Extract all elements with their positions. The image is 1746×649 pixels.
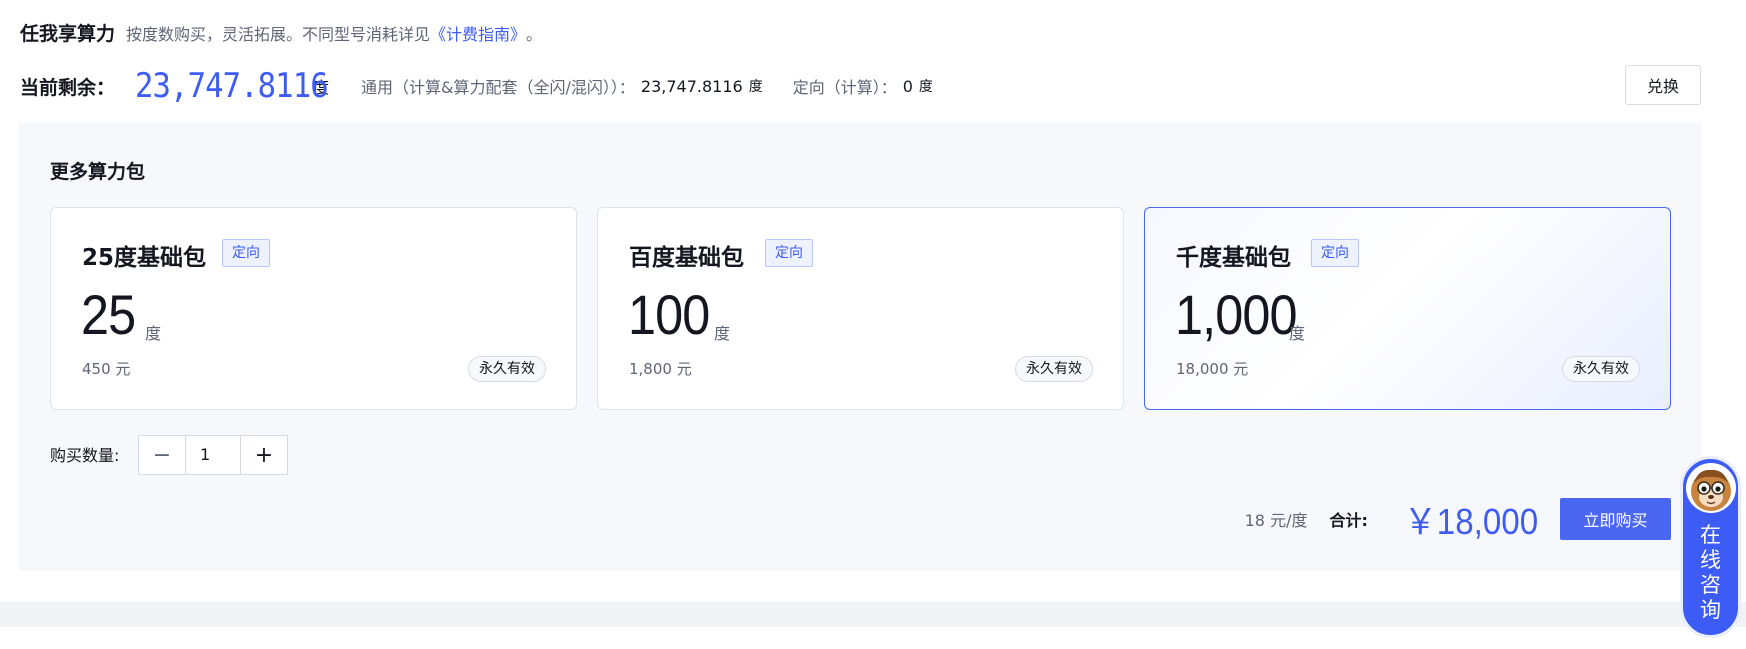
validity-badge: 永久有效 <box>1562 356 1640 382</box>
package-name: 千度基础包 <box>1176 245 1291 271</box>
package-amount: 25 <box>81 283 136 346</box>
billing-guide-link[interactable]: 《计费指南》 <box>430 21 526 45</box>
package-price: 18,000 元 <box>1176 360 1249 378</box>
unit-price: 18 元/度 <box>1244 511 1308 530</box>
balance-label: 当前剩余： <box>20 76 116 99</box>
package-price: 1,800 元 <box>629 360 692 378</box>
directed-balance-unit: 度 <box>918 79 933 95</box>
general-balance-value: 23,747.8116 <box>640 76 743 96</box>
general-balance-unit: 度 <box>748 79 763 95</box>
package-card-1000[interactable]: 千度基础包 定向 1,000 度 18,000 元 永久有效 <box>1144 207 1671 410</box>
package-tag: 定向 <box>222 239 270 267</box>
validity-badge: 永久有效 <box>468 356 546 382</box>
mascot-avatar-icon <box>1685 463 1736 513</box>
package-amount-unit: 度 <box>145 324 162 343</box>
general-balance-label: 通用（计算&算力配套（全闪/混闪））： <box>361 78 635 97</box>
total-value: ￥18,000 <box>1403 501 1538 542</box>
page-header: 任我享算力 按度数购买，灵活拓展。不同型号消耗详见 《计费指南》 。 <box>20 19 542 46</box>
billing-page: 任我享算力 按度数购买，灵活拓展。不同型号消耗详见 《计费指南》 。 当前剩余：… <box>0 0 1746 649</box>
package-amount: 1,000 <box>1175 283 1298 346</box>
minus-icon: − <box>152 442 172 468</box>
package-card-100[interactable]: 百度基础包 定向 100 度 1,800 元 永久有效 <box>597 207 1124 410</box>
package-panel: 更多算力包 25度基础包 定向 25 度 450 元 永久有效 百度基础包 定向… <box>19 122 1701 571</box>
page-title: 任我享算力 <box>20 23 116 45</box>
description-tail: 。 <box>526 25 543 44</box>
package-tag: 定向 <box>1311 239 1359 267</box>
package-name: 25度基础包 <box>82 245 207 271</box>
consult-label: 在线咨询 <box>1700 523 1721 622</box>
package-amount-unit: 度 <box>714 324 731 343</box>
quantity-input[interactable]: 1 <box>185 436 241 474</box>
online-consult-button[interactable]: 在线咨询 <box>1680 456 1741 638</box>
package-panel-title: 更多算力包 <box>50 161 146 183</box>
package-name: 百度基础包 <box>629 245 744 271</box>
balance-value: 23,747.8116 <box>135 66 329 106</box>
total-label: 合计: <box>1329 511 1368 530</box>
decrement-button[interactable]: − <box>139 436 185 474</box>
quantity-label: 购买数量: <box>50 446 120 465</box>
directed-balance-value: 0 <box>902 76 913 96</box>
package-card-25[interactable]: 25度基础包 定向 25 度 450 元 永久有效 <box>50 207 577 410</box>
buy-now-button[interactable]: 立即购买 <box>1560 498 1671 540</box>
package-tag: 定向 <box>765 239 813 267</box>
validity-badge: 永久有效 <box>1015 356 1093 382</box>
exchange-button[interactable]: 兑换 <box>1625 65 1701 105</box>
footer-band <box>0 602 1746 627</box>
balance-summary: 当前剩余： 23,747.8116 度 通用（计算&算力配套（全闪/混闪））： … <box>20 60 963 112</box>
increment-button[interactable]: + <box>241 436 287 474</box>
directed-balance-label: 定向（计算）： <box>792 78 897 97</box>
total-row: 18 元/度 合计: ￥18,000 立即购买 <box>1244 498 1671 542</box>
quantity-stepper: − 1 + <box>138 435 288 475</box>
plus-icon: + <box>254 442 274 468</box>
package-price: 450 元 <box>82 360 131 378</box>
page-description: 按度数购买，灵活拓展。不同型号消耗详见 <box>126 25 431 44</box>
package-amount: 100 <box>628 283 710 346</box>
package-amount-unit: 度 <box>1289 324 1306 343</box>
